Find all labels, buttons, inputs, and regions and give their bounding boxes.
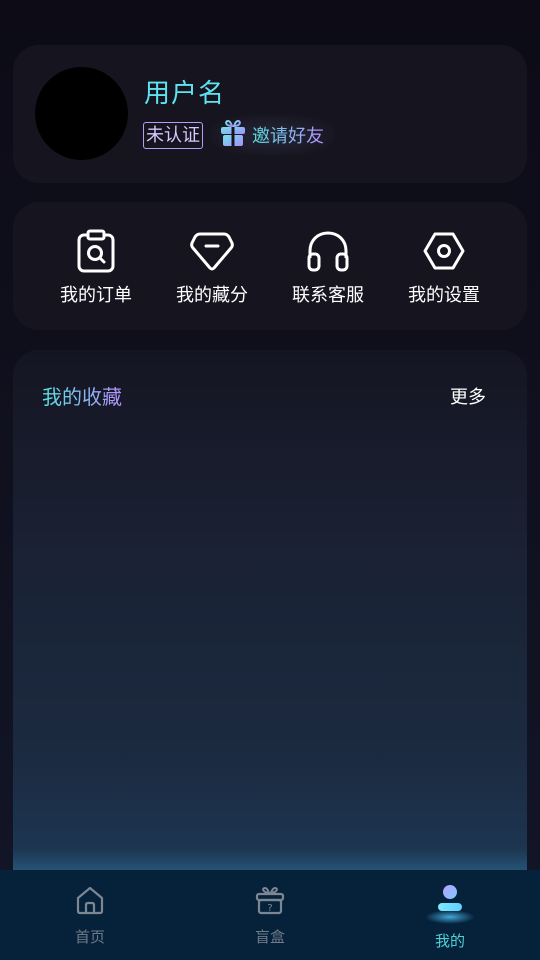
tab-mystery-box[interactable]: ? 盲盒 (180, 870, 360, 960)
tab-home[interactable]: 首页 (0, 870, 180, 960)
menu-item-label: 联系客服 (292, 285, 364, 306)
menu-item-points[interactable]: 我的藏分 (154, 228, 270, 307)
svg-text:?: ? (267, 903, 272, 914)
mystery-box-icon: ? (255, 886, 285, 915)
tab-label: 我的 (434, 932, 465, 950)
order-search-icon (77, 229, 115, 273)
favorites-more-link[interactable]: 更多 (450, 383, 486, 409)
avatar[interactable] (35, 67, 128, 160)
profile-page: 用户名 未认证 邀请好友 我的订单 我的藏分 联系客服 我的设置 我的收藏 更多… (0, 0, 540, 960)
tab-label: 盲盒 (254, 928, 285, 946)
profile-card: 用户名 未认证 邀请好友 (13, 45, 527, 183)
invite-friends-label: 邀请好友 (252, 122, 324, 148)
user-profile-icon (425, 884, 475, 924)
favorites-section: 我的收藏 更多 (13, 350, 527, 890)
settings-hexagon-icon (423, 232, 465, 270)
quick-menu-card: 我的订单 我的藏分 联系客服 我的设置 (13, 202, 527, 330)
menu-item-label: 我的设置 (408, 285, 480, 306)
favorites-title: 我的收藏 (42, 381, 122, 410)
home-icon (76, 886, 104, 915)
menu-item-label: 我的藏分 (176, 285, 248, 306)
menu-item-orders[interactable]: 我的订单 (38, 228, 154, 307)
invite-friends-button[interactable]: 邀请好友 (211, 115, 334, 155)
tab-me[interactable]: 我的 (360, 870, 540, 960)
verify-status-badge[interactable]: 未认证 (143, 122, 203, 149)
menu-item-label: 我的订单 (60, 285, 132, 306)
headset-icon (307, 231, 349, 272)
tab-label: 首页 (74, 928, 105, 946)
username: 用户名 (144, 79, 226, 109)
bottom-tab-bar: 首页 ? 盲盒 我的 (0, 870, 540, 960)
diamond-icon (190, 232, 234, 271)
menu-item-customer-service[interactable]: 联系客服 (270, 228, 386, 307)
gift-icon (219, 118, 247, 152)
menu-item-settings[interactable]: 我的设置 (386, 228, 502, 307)
